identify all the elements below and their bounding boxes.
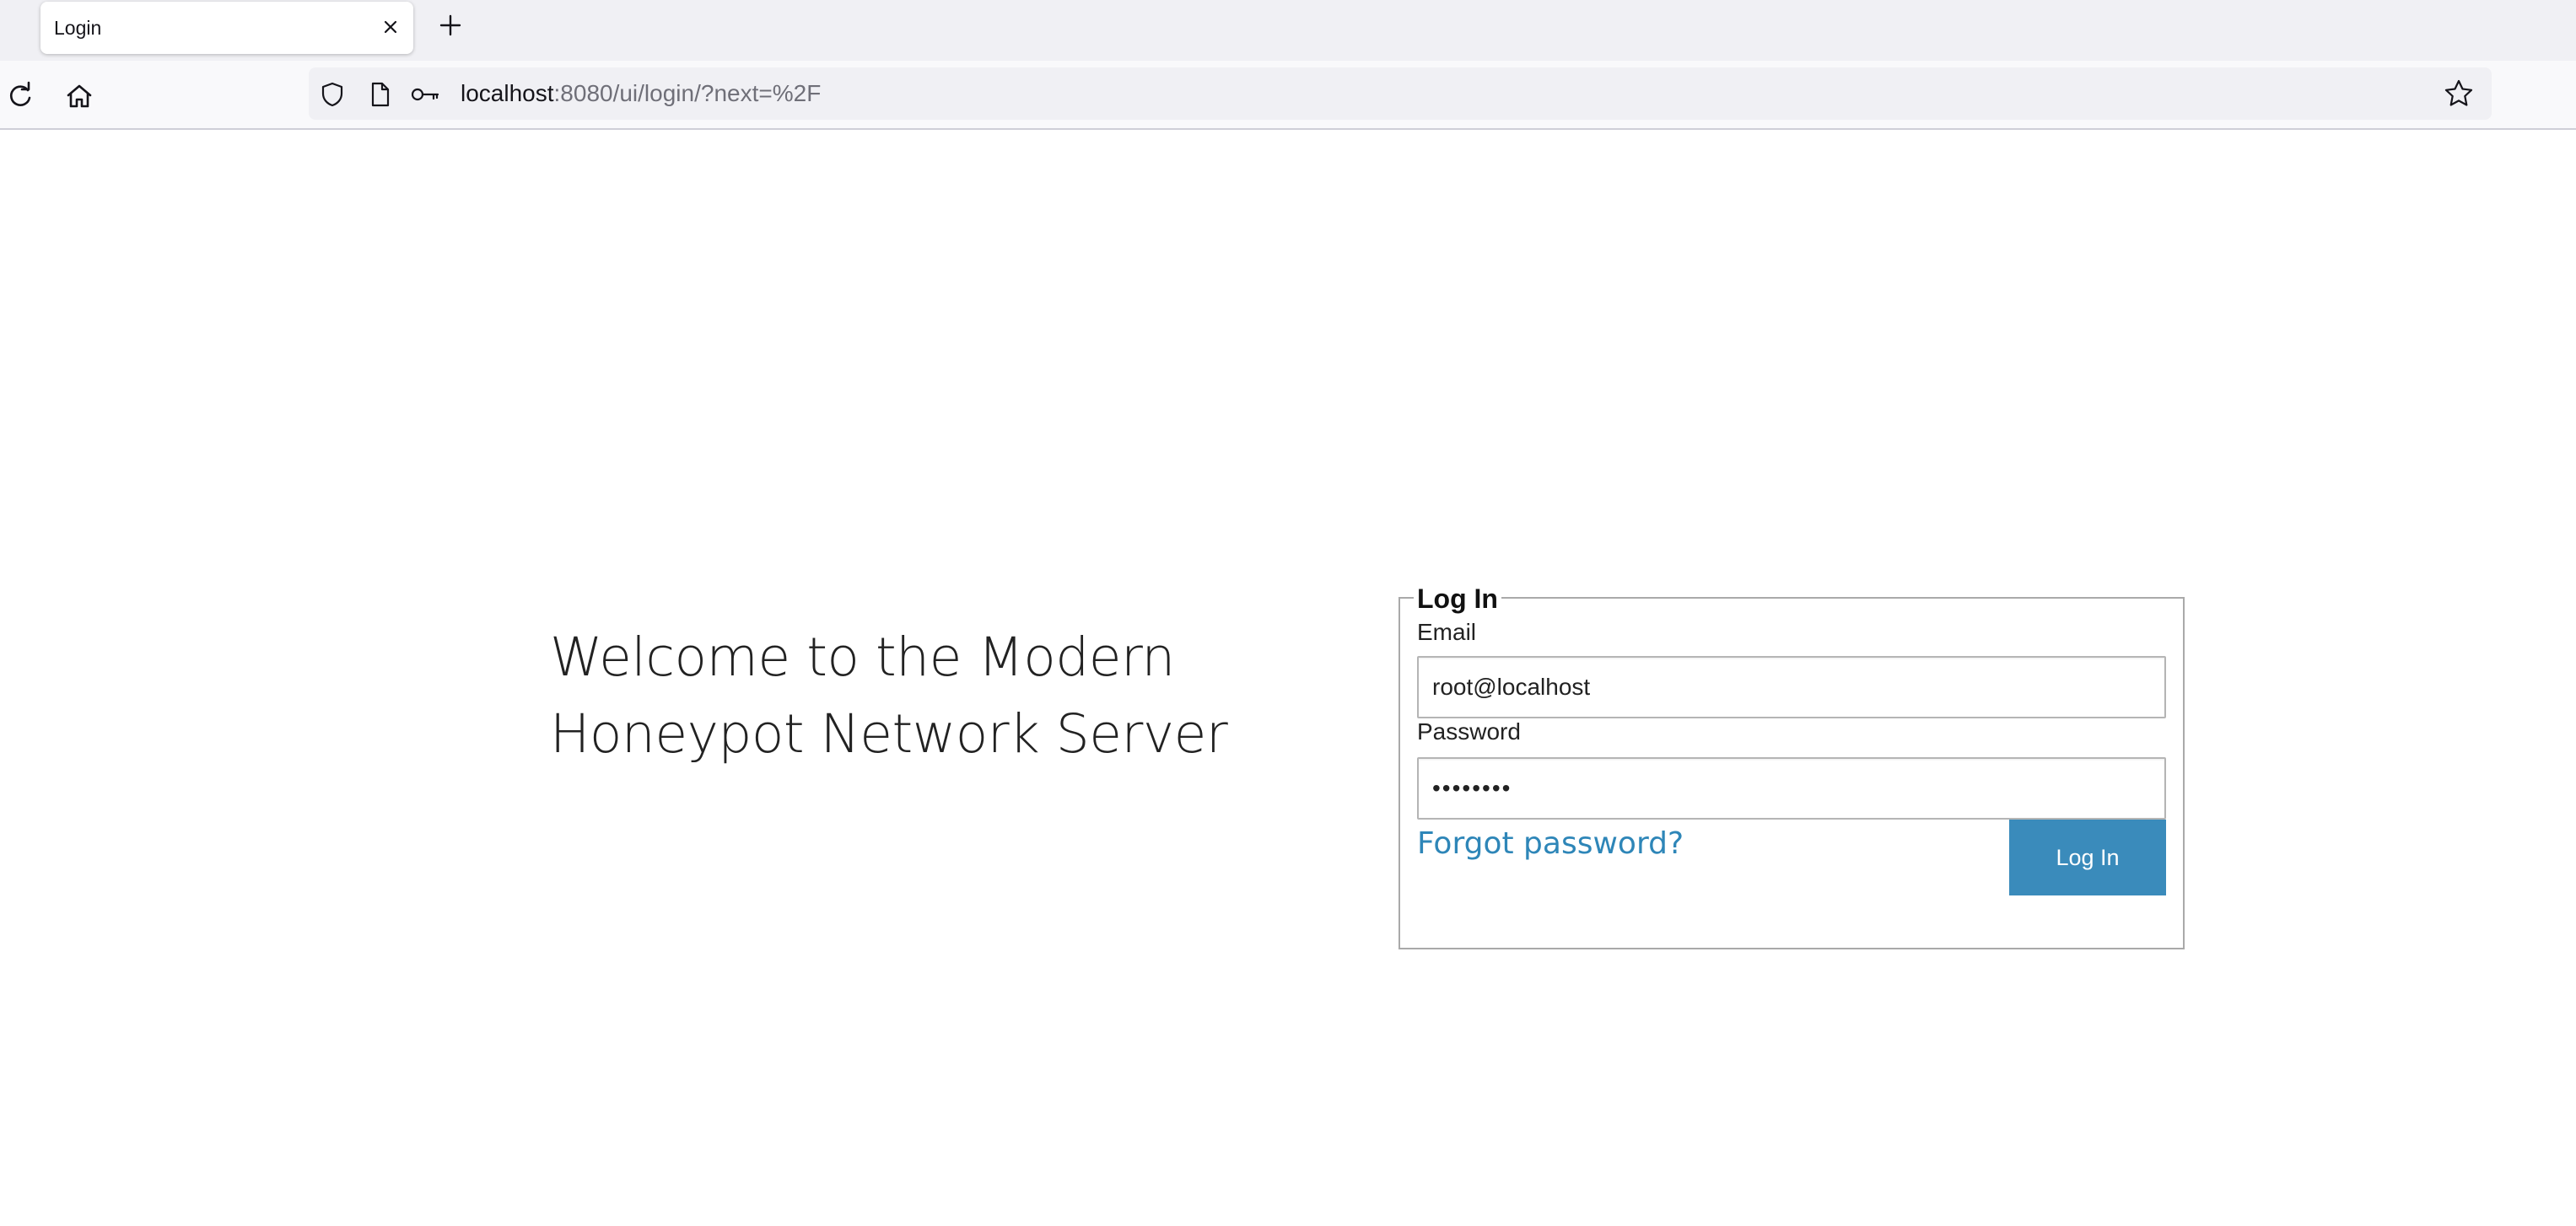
url-bar[interactable]: localhost:8080/ui/login/?next=%2F [309, 67, 2492, 120]
welcome-line-1: Welcome to the Modern [550, 626, 1175, 688]
url-host: localhost [461, 80, 554, 106]
url-path: :8080/ui/login/?next=%2F [553, 80, 822, 106]
navigation-bar: localhost:8080/ui/login/?next=%2F [0, 61, 2576, 130]
shield-icon[interactable] [319, 81, 346, 108]
welcome-heading: Welcome to the Modern Honeypot Network S… [550, 619, 1309, 772]
browser-tab[interactable]: Login [40, 2, 413, 54]
email-field[interactable] [1417, 656, 2166, 718]
home-icon[interactable] [61, 78, 98, 115]
password-field[interactable] [1417, 757, 2166, 820]
url-text[interactable]: localhost:8080/ui/login/?next=%2F [461, 80, 821, 107]
plus-icon[interactable] [434, 8, 467, 42]
welcome-line-2: Honeypot Network Server [550, 703, 1228, 765]
key-icon[interactable] [410, 81, 440, 108]
login-button[interactable]: Log In [2009, 820, 2166, 895]
page-icon[interactable] [366, 81, 393, 108]
reload-icon[interactable] [2, 78, 39, 115]
login-legend: Log In [1414, 582, 1501, 616]
password-label: Password [1417, 718, 1521, 745]
star-icon[interactable] [2443, 78, 2475, 110]
tab-title: Login [54, 17, 102, 39]
forgot-password-link[interactable]: Forgot password? [1417, 826, 1684, 861]
email-label: Email [1417, 619, 1477, 645]
tab-strip: Login [0, 0, 2576, 61]
close-icon[interactable] [376, 13, 405, 41]
